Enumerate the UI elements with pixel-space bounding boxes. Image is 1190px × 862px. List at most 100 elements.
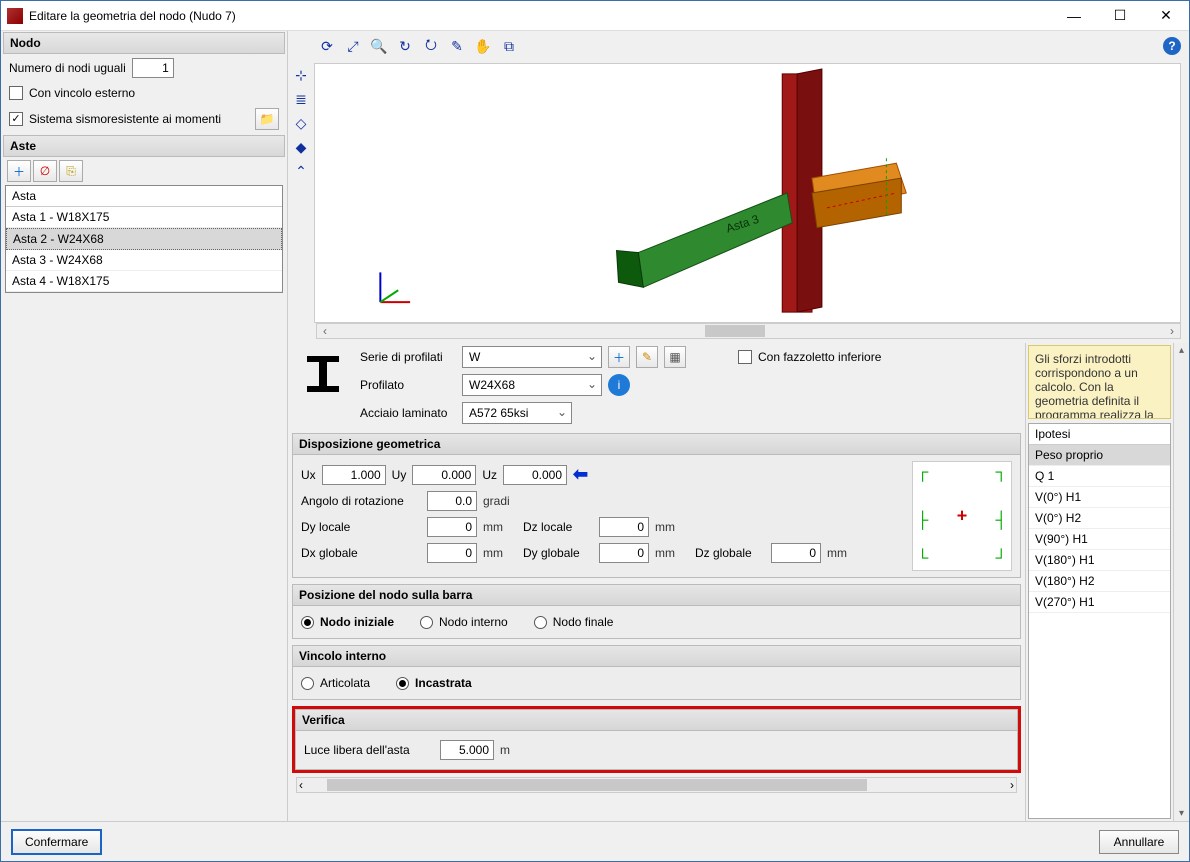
list-item[interactable]: V(180°) H1	[1029, 550, 1170, 571]
solid-icon[interactable]: ◆	[291, 137, 311, 157]
direction-arrow-icon[interactable]: ⬅	[573, 464, 588, 485]
redraw-icon[interactable]: ✎	[446, 35, 468, 57]
ipotesi-list: Ipotesi Peso proprio Q 1 V(0°) H1 V(0°) …	[1028, 423, 1171, 819]
scroll-right-icon[interactable]: ›	[1164, 324, 1180, 338]
uz-input[interactable]	[503, 465, 567, 485]
scroll-left-icon[interactable]: ‹	[299, 778, 303, 792]
edit-serie-button[interactable]: ✎	[636, 346, 658, 368]
dz-locale-input[interactable]	[599, 517, 649, 537]
dy-locale-label: Dy locale	[301, 520, 421, 534]
add-asta-button[interactable]: ＋	[7, 160, 31, 182]
verifica-highlight: Verifica Luce libera dell'asta m	[292, 706, 1021, 773]
uy-label: Uy	[392, 468, 407, 482]
scroll-up-icon[interactable]: ▴	[1179, 345, 1184, 356]
window-title: Editare la geometria del nodo (Nudo 7)	[29, 9, 1051, 23]
scroll-thumb[interactable]	[705, 325, 765, 337]
dz-globale-input[interactable]	[771, 543, 821, 563]
view-toolbar: ⟳ ⤢ 🔍 ↻ ⭮ ✎ ✋ ⧉	[288, 31, 1189, 63]
dy-globale-input[interactable]	[599, 543, 649, 563]
delete-asta-button[interactable]: ∅	[33, 160, 57, 182]
dx-globale-input[interactable]	[427, 543, 477, 563]
pan-icon[interactable]: ✋	[472, 35, 494, 57]
list-item[interactable]: V(0°) H2	[1029, 508, 1170, 529]
nodo-iniziale-label: Nodo iniziale	[320, 615, 394, 629]
nodo-iniziale-radio[interactable]	[301, 616, 314, 629]
zoom-extents-icon[interactable]: ⤢	[342, 35, 364, 57]
angolo-input[interactable]	[427, 491, 477, 511]
num-nodi-input[interactable]	[132, 58, 174, 78]
scroll-thumb[interactable]	[327, 779, 867, 791]
profilato-label: Profilato	[360, 378, 456, 392]
help-icon[interactable]: ?	[1163, 37, 1181, 55]
sismo-settings-button[interactable]: 📁	[255, 108, 279, 130]
add-serie-button[interactable]: ＋	[608, 346, 630, 368]
wireframe-icon[interactable]: ◇	[291, 113, 311, 133]
scroll-left-icon[interactable]: ‹	[317, 324, 333, 338]
dz-locale-label: Dz locale	[523, 520, 593, 534]
nodo-header: Nodo	[3, 32, 285, 54]
list-item[interactable]: Q 1	[1029, 466, 1170, 487]
rotate-icon[interactable]: ↻	[394, 35, 416, 57]
vincolo-header: Vincolo interno	[292, 645, 1021, 667]
confirm-button[interactable]: Confermare	[11, 829, 102, 855]
list-item[interactable]: V(90°) H1	[1029, 529, 1170, 550]
copy-asta-button[interactable]: ⎘	[59, 160, 83, 182]
model-sketch: Asta 3	[315, 64, 1180, 322]
section-preview-icon	[298, 349, 348, 399]
scroll-right-icon[interactable]: ›	[1010, 778, 1014, 792]
list-item[interactable]: V(180°) H2	[1029, 571, 1170, 592]
zoom-window-icon[interactable]: ⟳	[316, 35, 338, 57]
profilato-combo[interactable]: W24X68	[462, 374, 602, 396]
viewport-3d[interactable]: Asta 3	[314, 63, 1181, 323]
list-item[interactable]: Peso proprio	[1029, 445, 1170, 466]
luce-label: Luce libera dell'asta	[304, 743, 434, 757]
list-item[interactable]: V(270°) H1	[1029, 592, 1170, 613]
dx-globale-label: Dx globale	[301, 546, 421, 560]
zoom-icon[interactable]: 🔍	[368, 35, 390, 57]
incastrata-radio[interactable]	[396, 677, 409, 690]
articolata-radio[interactable]	[301, 677, 314, 690]
aste-header: Aste	[3, 135, 285, 157]
table-serie-button[interactable]: ▦	[664, 346, 686, 368]
info-profilato-button[interactable]: i	[608, 374, 630, 396]
close-button[interactable]: ✕	[1143, 1, 1189, 31]
ux-input[interactable]	[322, 465, 386, 485]
forms-vscroll[interactable]: ▴ ▾	[1173, 343, 1189, 821]
uy-input[interactable]	[412, 465, 476, 485]
minimize-button[interactable]: —	[1051, 1, 1097, 31]
collapse-icon[interactable]: ⌃	[291, 161, 311, 181]
nodo-interno-radio[interactable]	[420, 616, 433, 629]
hint-box: Gli sforzi introdotti corrispondono a un…	[1028, 345, 1171, 419]
scroll-down-icon[interactable]: ▾	[1179, 808, 1184, 819]
list-item[interactable]: Asta 1 - W18X175	[6, 207, 282, 228]
cancel-button[interactable]: Annullare	[1099, 830, 1179, 854]
luce-input[interactable]	[440, 740, 494, 760]
disposizione-header: Disposizione geometrica	[292, 433, 1021, 455]
fazzoletto-checkbox[interactable]	[738, 350, 752, 364]
layers-icon[interactable]: ≣	[291, 89, 311, 109]
vincolo-esterno-checkbox[interactable]	[9, 86, 23, 100]
forms-hscroll[interactable]: ‹ ›	[296, 777, 1017, 793]
viewport-hscroll[interactable]: ‹ ›	[316, 323, 1181, 339]
acciaio-combo[interactable]: A572 65ksi	[462, 402, 572, 424]
axis-icon[interactable]: ⊹	[291, 65, 311, 85]
print-view-icon[interactable]: ⧉	[498, 35, 520, 57]
left-panel: Nodo Numero di nodi uguali Con vincolo e…	[1, 31, 288, 821]
ux-label: Ux	[301, 468, 316, 482]
orbit-icon[interactable]: ⭮	[420, 35, 442, 57]
serie-combo[interactable]: W	[462, 346, 602, 368]
angolo-label: Angolo di rotazione	[301, 494, 421, 508]
angolo-unit: gradi	[483, 494, 510, 508]
maximize-button[interactable]: ☐	[1097, 1, 1143, 31]
ipotesi-header: Ipotesi	[1029, 424, 1170, 445]
list-item[interactable]: V(0°) H1	[1029, 487, 1170, 508]
list-item[interactable]: Asta 3 - W24X68	[6, 250, 282, 271]
list-item[interactable]: Asta 2 - W24X68	[6, 228, 282, 250]
list-item[interactable]: Asta 4 - W18X175	[6, 271, 282, 292]
dy-locale-input[interactable]	[427, 517, 477, 537]
nodo-interno-label: Nodo interno	[439, 615, 508, 629]
plus-icon: +	[957, 506, 968, 527]
sismo-checkbox[interactable]: ✓	[9, 112, 23, 126]
nodo-finale-radio[interactable]	[534, 616, 547, 629]
nodo-finale-label: Nodo finale	[553, 615, 614, 629]
